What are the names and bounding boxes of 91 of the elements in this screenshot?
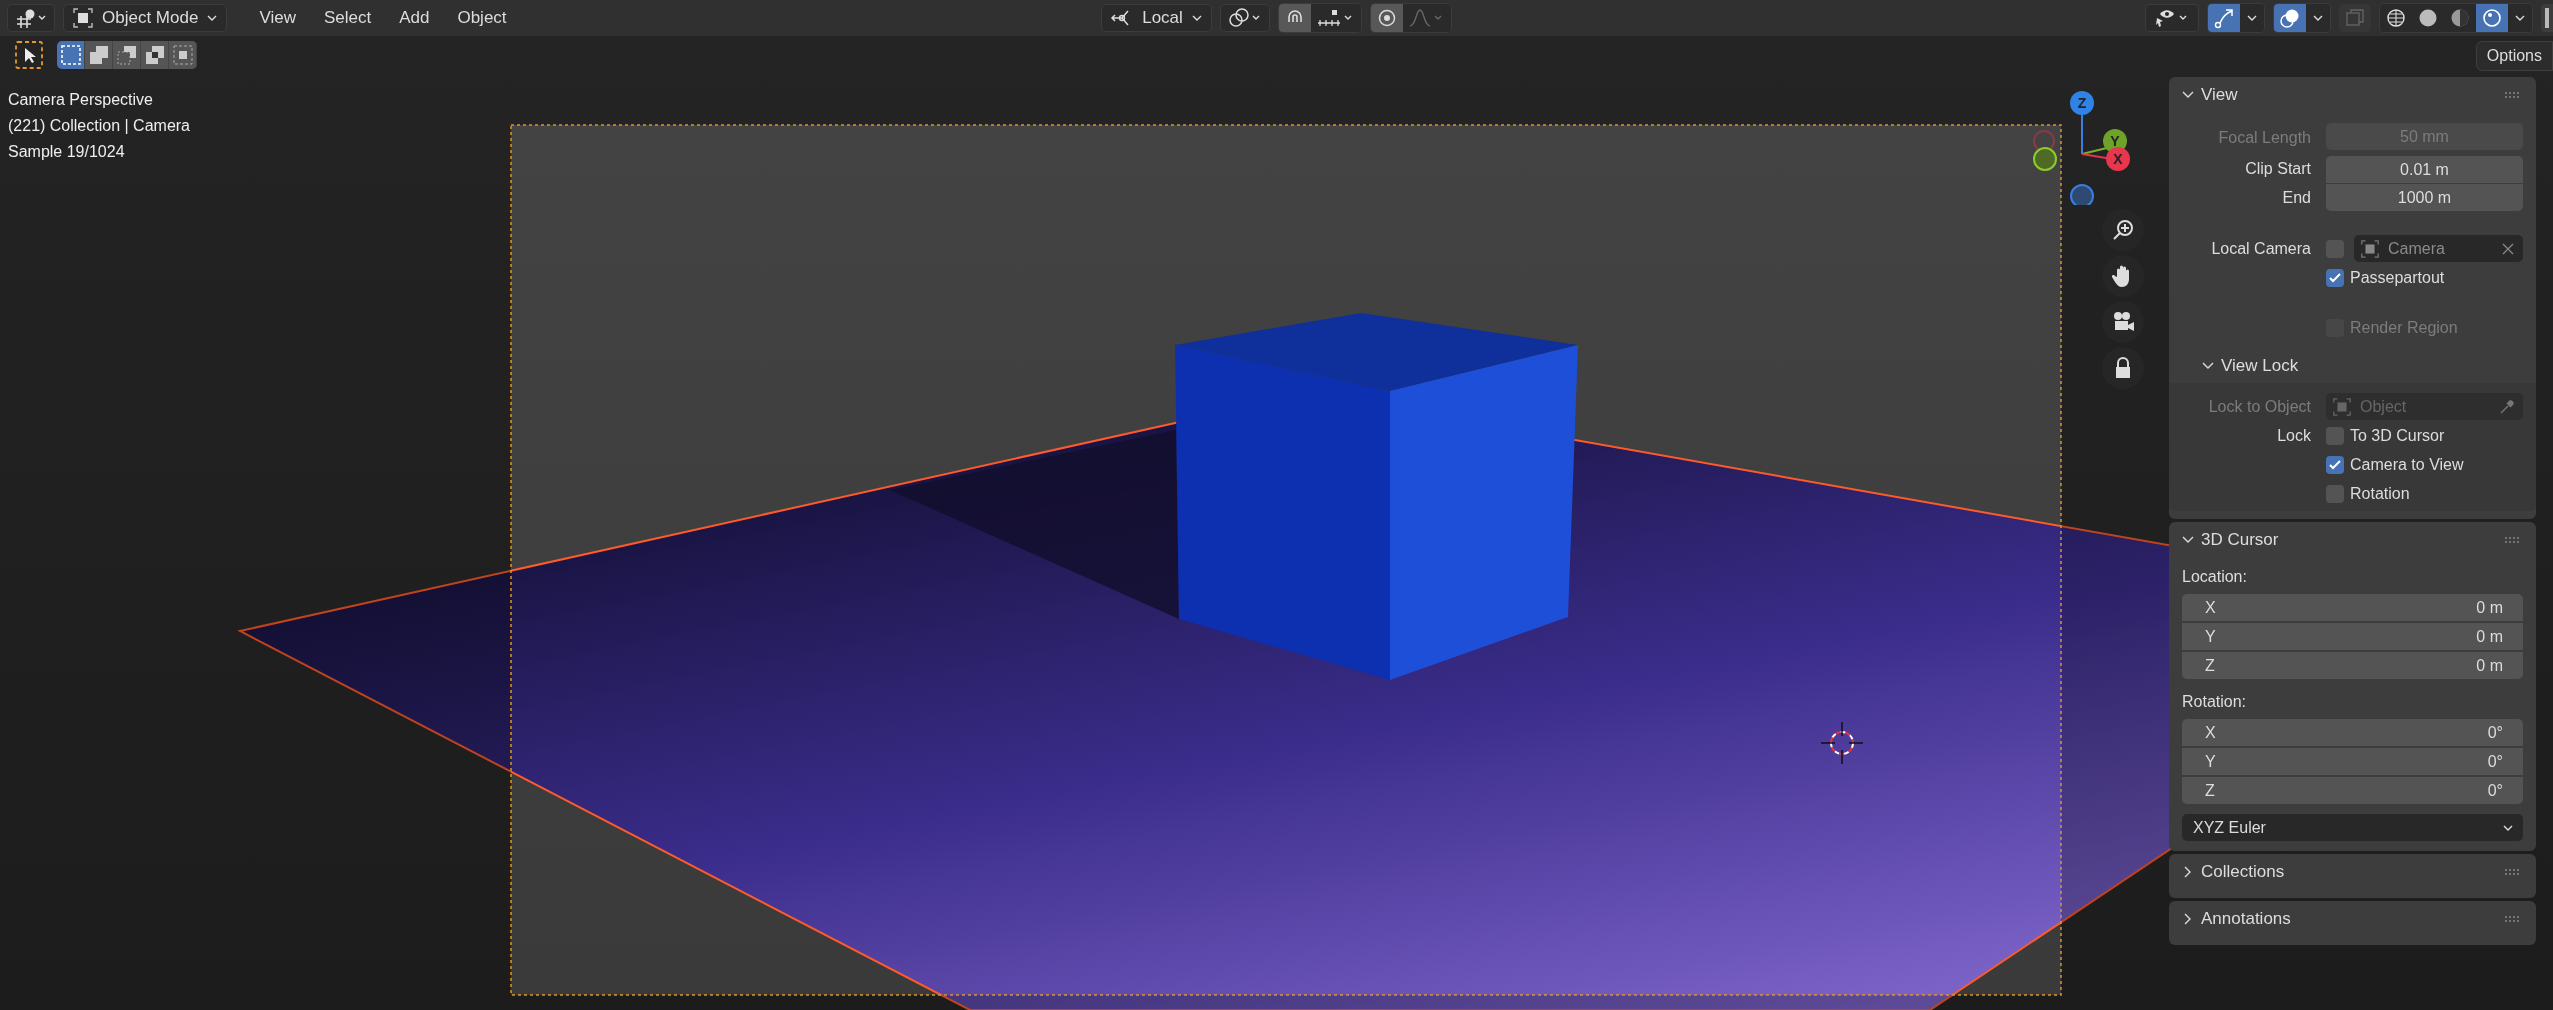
pivot-point-dropdown[interactable]	[1219, 4, 1270, 32]
mode-dropdown[interactable]: Object Mode	[63, 4, 228, 32]
checkmark-icon	[2328, 271, 2342, 285]
drag-handle-icon[interactable]	[2504, 868, 2522, 876]
wireframe-sphere-icon	[2385, 7, 2407, 29]
lock-button[interactable]	[2102, 347, 2144, 389]
selection-mode-button[interactable]	[141, 41, 169, 69]
cursor-icon	[15, 41, 43, 69]
number-field[interactable]: Y 0°	[2182, 748, 2523, 775]
xray-toggle[interactable]	[2339, 4, 2371, 32]
number-field[interactable]: Z 0°	[2182, 777, 2523, 804]
solid-sphere-icon	[2417, 7, 2439, 29]
union-squares-icon	[87, 44, 110, 66]
grid-icon	[14, 7, 48, 29]
curved-arrow-icon	[2213, 7, 2235, 29]
selection-mode-button[interactable]	[169, 41, 197, 69]
3d-cursor-icon	[1820, 721, 1864, 765]
overlapping-squares-icon	[2344, 7, 2366, 29]
selection-mode-button[interactable]	[57, 41, 85, 69]
rotation-mode-dropdown[interactable]: XYZ Euler	[2182, 814, 2523, 841]
checkbox[interactable]: Camera to View	[2326, 452, 2523, 478]
number-field[interactable]: 1000 m	[2326, 184, 2523, 211]
overlapping-circles-icon	[2279, 7, 2301, 29]
select-tool-button[interactable]	[15, 41, 43, 69]
pan-button[interactable]	[2102, 255, 2144, 297]
panel-header[interactable]: View	[2169, 77, 2238, 113]
number-field[interactable]: Z 0 m	[2182, 652, 2523, 679]
snapping-toggle[interactable]	[1278, 4, 1311, 32]
subtract-squares-icon	[115, 44, 138, 66]
transform-orientation-dropdown[interactable]: Local	[1101, 4, 1212, 32]
glossy-sphere-icon	[2481, 7, 2503, 29]
sidebar-toggle[interactable]	[2541, 4, 2553, 32]
object-icon	[72, 7, 94, 29]
caret-icon	[1190, 13, 1203, 23]
field-value: Camera	[2388, 239, 2446, 258]
subpanel-header[interactable]: View Lock	[2169, 349, 2299, 383]
menu-item[interactable]: View	[249, 4, 306, 32]
object-icon	[2360, 238, 2380, 259]
difference-squares-icon	[143, 44, 166, 66]
field-placeholder: Object	[2360, 397, 2408, 416]
viewport-info-text: Camera Perspective	[8, 90, 154, 110]
caret-icon	[2311, 13, 2325, 23]
eyedropper-icon[interactable]	[2499, 398, 2515, 415]
field-label: Focal Length	[2217, 129, 2311, 147]
half-shaded-sphere-icon	[2449, 7, 2471, 29]
shading-mode-button[interactable]	[2476, 4, 2508, 32]
panel-header[interactable]: Annotations	[2169, 901, 2291, 937]
axis-gizmo[interactable]: Z Y X	[2030, 85, 2130, 205]
field-label: Clip Start	[2244, 159, 2311, 178]
visibility-dropdown[interactable]	[2145, 4, 2199, 32]
drag-handle-icon[interactable]	[2504, 536, 2522, 544]
number-field[interactable]: Y 0 m	[2182, 623, 2523, 650]
menu-item[interactable]: Object	[447, 4, 517, 32]
field-label: Lock	[2276, 427, 2311, 445]
drag-handle-icon[interactable]	[2504, 915, 2522, 923]
selection-mode-button[interactable]	[85, 41, 113, 69]
checkmark-icon	[2328, 458, 2342, 472]
checkbox[interactable]: Rotation	[2326, 481, 2523, 507]
object-field[interactable]: Camera	[2354, 235, 2523, 262]
caret-icon	[206, 13, 219, 23]
gizmo-toggle[interactable]	[2208, 4, 2240, 32]
field-label: End	[2281, 188, 2311, 207]
checkbox[interactable]: Passepartout	[2326, 265, 2523, 291]
intersect-squares-icon	[171, 44, 194, 66]
overlays-toggle[interactable]	[2274, 4, 2306, 32]
dashed-square-icon	[59, 44, 82, 66]
bar-icon	[2545, 8, 2549, 28]
drag-handle-icon[interactable]	[2504, 91, 2522, 99]
viewport-info-text: (221) Collection | Camera	[8, 116, 190, 136]
caret-icon	[2513, 13, 2527, 23]
menu-item[interactable]: Select	[313, 4, 382, 32]
editor-type-button[interactable]	[7, 4, 55, 32]
section-label: Location:	[2182, 568, 2248, 586]
number-field[interactable]: X 0°	[2182, 719, 2523, 746]
checkbox[interactable]: To 3D Cursor	[2326, 423, 2523, 449]
viewport-info-text: Sample 19/1024	[8, 142, 126, 162]
object-icon	[2332, 396, 2352, 417]
section-label: Rotation:	[2182, 693, 2248, 711]
number-field[interactable]: 0.01 m	[2326, 156, 2523, 183]
camera-view-button[interactable]	[2102, 301, 2144, 343]
proportional-editing-toggle[interactable]	[1370, 4, 1403, 32]
number-field[interactable]: X 0 m	[2182, 594, 2523, 621]
options-dropdown[interactable]: Options	[2475, 41, 2553, 71]
caret-icon	[2245, 13, 2259, 23]
clear-icon[interactable]	[2501, 241, 2515, 256]
menu-item[interactable]: Add	[389, 4, 440, 32]
field-label: Local Camera	[2210, 239, 2311, 258]
selection-mode-button[interactable]	[113, 41, 141, 69]
panel-header[interactable]: 3D Cursor	[2169, 522, 2279, 558]
panel-header[interactable]: Collections	[2169, 854, 2285, 890]
field-label: Lock to Object	[2207, 397, 2311, 416]
